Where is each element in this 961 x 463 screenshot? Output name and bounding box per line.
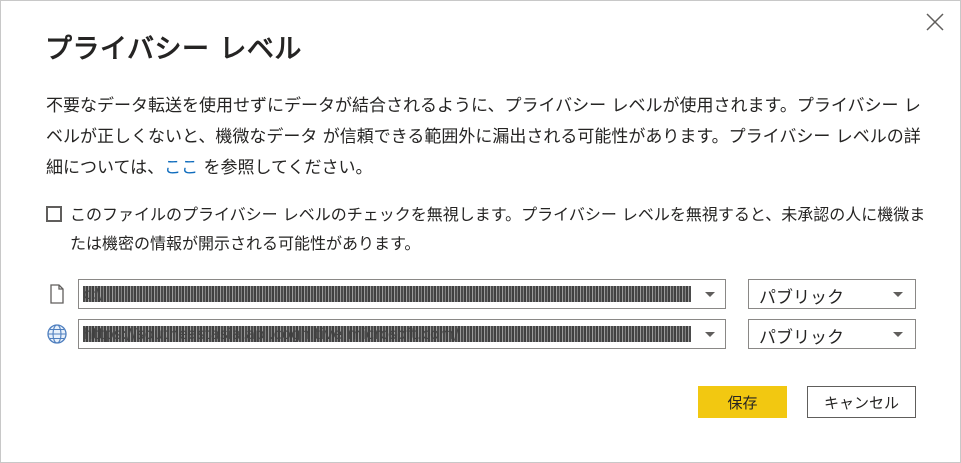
description-text-end: を参照してください。	[198, 158, 373, 178]
source-row-file: c:\ パブリック	[46, 279, 916, 309]
close-button[interactable]	[924, 11, 946, 33]
source-path-text: https://southeastasia.api.cognitive.micr…	[83, 325, 459, 343]
source-row-web: https://southeastasia.api.cognitive.micr…	[46, 319, 916, 349]
ignore-privacy-label: このファイルのプライバシー レベルのチェックを無視します。プライバシー レベルを…	[70, 205, 926, 253]
dialog-title: プライバシー レベル	[45, 34, 302, 65]
chevron-down-icon	[893, 292, 903, 297]
source-path-dropdown-web[interactable]: https://southeastasia.api.cognitive.micr…	[78, 319, 726, 349]
chevron-down-icon	[893, 332, 903, 337]
close-icon	[926, 13, 944, 31]
source-path-dropdown-file[interactable]: c:\	[78, 279, 726, 309]
privacy-levels-dialog: プライバシー レベル 不要なデータ転送を使用せずにデータが結合されるように、プラ…	[0, 0, 961, 463]
privacy-help-link[interactable]: ここ	[164, 158, 198, 178]
privacy-level-value: パブリック	[759, 288, 844, 308]
globe-icon	[47, 324, 67, 344]
redacted-path-overlay	[83, 286, 691, 302]
ignore-privacy-checkbox[interactable]	[46, 206, 62, 222]
dialog-description: 不要なデータ転送を使用せずにデータが結合されるように、プライバシー レベルが使用…	[46, 91, 926, 184]
privacy-level-select-file[interactable]: パブリック	[748, 279, 916, 309]
source-path-text: c:\	[83, 285, 102, 303]
privacy-level-select-web[interactable]: パブリック	[748, 319, 916, 349]
chevron-down-icon	[705, 332, 715, 337]
ignore-privacy-option: このファイルのプライバシー レベルのチェックを無視します。プライバシー レベルを…	[46, 200, 926, 258]
cancel-button[interactable]: キャンセル	[807, 386, 916, 418]
privacy-level-value: パブリック	[759, 328, 844, 348]
file-icon	[50, 284, 64, 304]
save-button[interactable]: 保存	[698, 386, 787, 418]
chevron-down-icon	[705, 292, 715, 297]
